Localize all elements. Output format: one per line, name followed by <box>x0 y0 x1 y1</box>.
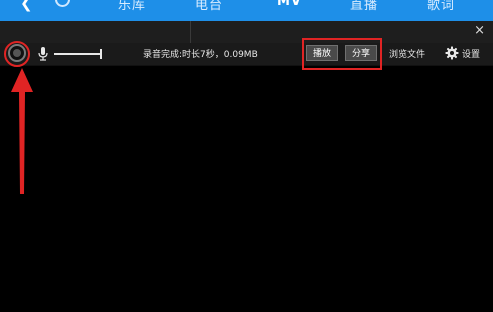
nav-tab-live[interactable]: 直播 <box>350 0 378 13</box>
nav-tab-lyrics[interactable]: 歌词 <box>427 0 455 13</box>
nav-tab-radio[interactable]: 电台 <box>195 0 223 13</box>
gear-icon[interactable] <box>445 46 459 60</box>
recorder-title-bar: × <box>0 21 493 43</box>
close-icon[interactable]: × <box>474 23 485 38</box>
nav-tab-library[interactable]: 乐库 <box>118 0 146 13</box>
title-divider <box>190 21 191 43</box>
settings-label[interactable]: 设置 <box>462 47 480 60</box>
volume-slider-handle[interactable] <box>100 49 102 59</box>
top-nav-bar: ❮ 乐库 电台 MV 直播 歌词 <box>0 0 493 21</box>
browse-files-link[interactable]: 浏览文件 <box>389 47 425 60</box>
recorder-toolbar: 录音完成:时长7秒，0.09MB 播放 分享 浏览文件 设置 <box>0 43 493 66</box>
volume-slider[interactable] <box>54 53 102 55</box>
play-share-highlight <box>302 38 382 70</box>
refresh-icon[interactable] <box>55 0 70 7</box>
record-button-highlight <box>4 41 30 67</box>
back-icon[interactable]: ❮ <box>20 0 33 12</box>
nav-tab-mv[interactable]: MV <box>277 0 302 9</box>
recording-status: 录音完成:时长7秒，0.09MB <box>143 50 258 60</box>
microphone-icon <box>38 47 48 61</box>
annotation-arrow-icon <box>11 68 33 194</box>
